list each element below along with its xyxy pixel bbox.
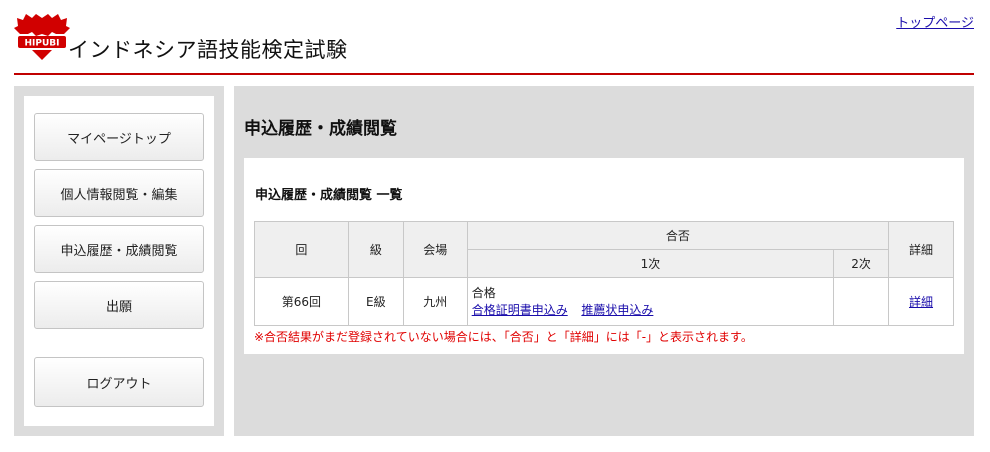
logo-text: HIPUBI	[25, 39, 60, 49]
page-title: 申込履歴・成績閲覧	[244, 119, 397, 139]
history-results-button[interactable]: 申込履歴・成績閲覧	[34, 225, 204, 273]
panel-title: 申込履歴・成績閲覧 一覧	[255, 188, 403, 203]
detail-link[interactable]: 詳細	[909, 295, 933, 309]
recommendation-application-link[interactable]: 推薦状申込み	[581, 303, 653, 317]
logout-button[interactable]: ログアウト	[34, 357, 204, 407]
profile-edit-button[interactable]: 個人情報閲覧・編集	[34, 169, 204, 217]
header-second-stage: 2次	[833, 249, 890, 278]
apply-button[interactable]: 出願	[34, 281, 204, 329]
results-table: 回 級 会場 合否 詳細 1次 2次 第66回 E級 九州 合格 合格証明書申込…	[254, 221, 954, 326]
header: HIPUBI インドネシア語技能検定試験 トップページ	[0, 0, 990, 76]
sidebar: マイページトップ 個人情報閲覧・編集 申込履歴・成績閲覧 出願 ログアウト	[14, 86, 224, 436]
cell-grade: E級	[347, 277, 404, 326]
results-panel: 申込履歴・成績閲覧 一覧 回 級 会場 合否 詳細 1次 2次 第66回 E級 …	[244, 158, 964, 354]
mypage-top-button[interactable]: マイページトップ	[34, 113, 204, 161]
certificate-application-link[interactable]: 合格証明書申込み	[472, 303, 568, 317]
hipubi-logo[interactable]: HIPUBI	[14, 12, 70, 60]
header-first-stage: 1次	[466, 249, 835, 278]
top-page-link[interactable]: トップページ	[896, 12, 974, 31]
header-detail: 詳細	[888, 221, 954, 278]
header-grade: 級	[347, 221, 404, 278]
sidebar-menu: マイページトップ 個人情報閲覧・編集 申込履歴・成績閲覧 出願 ログアウト	[24, 96, 214, 426]
cell-round: 第66回	[254, 277, 349, 326]
cell-detail: 詳細	[888, 277, 954, 326]
first-stage-status: 合格	[471, 285, 496, 300]
cell-first-stage: 合格 合格証明書申込み 推薦状申込み	[466, 277, 835, 326]
cell-second-stage	[833, 277, 890, 326]
main-content: 申込履歴・成績閲覧 申込履歴・成績閲覧 一覧 回 級 会場 合否 詳細 1次 2…	[234, 86, 974, 436]
status-note: ※合否結果がまだ登録されていない場合には、「合否」と「詳細」には「-」と表示され…	[254, 330, 753, 344]
cell-venue: 九州	[402, 277, 468, 326]
header-divider	[14, 73, 974, 75]
header-result: 合否	[466, 221, 890, 250]
table-row: 第66回 E級 九州 合格 合格証明書申込み 推薦状申込み 詳細	[254, 277, 954, 326]
header-round: 回	[254, 221, 349, 278]
site-title: インドネシア語技能検定試験	[68, 38, 348, 62]
header-venue: 会場	[402, 221, 468, 278]
